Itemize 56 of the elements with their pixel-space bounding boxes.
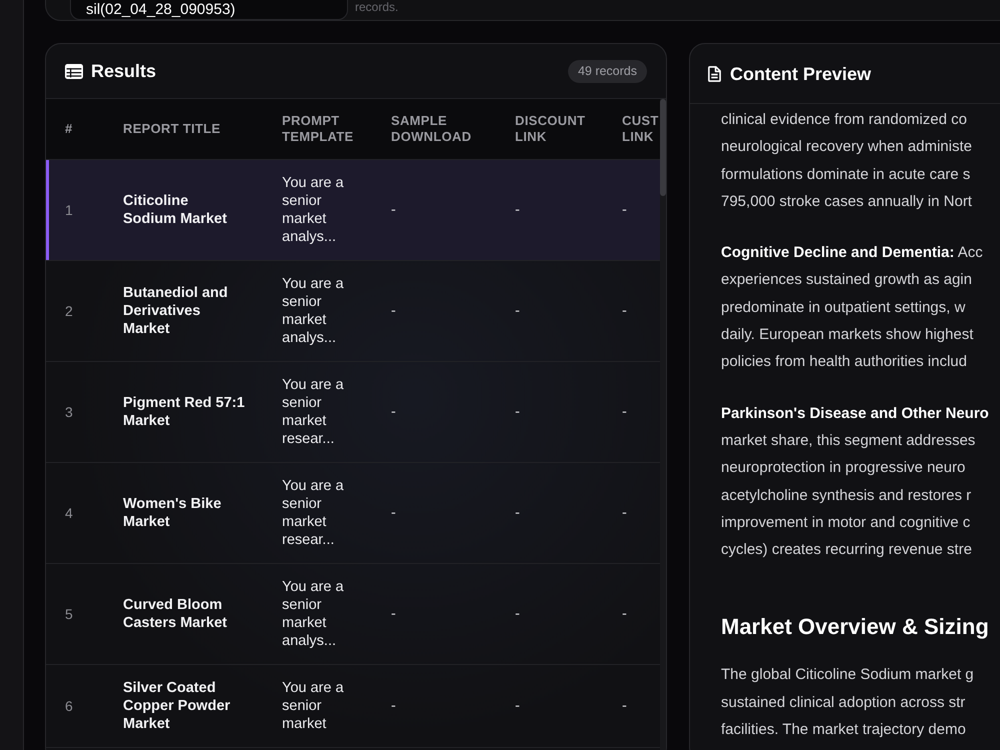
table-cell: - <box>391 403 396 421</box>
table-cell: - <box>622 504 627 522</box>
table-cell: - <box>391 697 396 715</box>
row-number: 2 <box>65 302 73 320</box>
column-header[interactable]: SAMPLE DOWNLOAD <box>391 113 505 145</box>
row-number: 5 <box>65 605 73 623</box>
table-cell: - <box>391 302 396 320</box>
report-title: Silver Coated Copper Powder Market <box>123 679 232 733</box>
report-title: Pigment Red 57:1 Market <box>123 394 245 430</box>
prompt-text: You are a senior market resear... <box>282 376 345 448</box>
preview-paragraph: clinical evidence from randomized co neurological recovery when administe formulations dominate in acute care s 795,000 stroke cases annually in Nort <box>721 110 972 212</box>
prompt-text: You are a senior market analys... <box>282 275 345 347</box>
input-field[interactable]: sil(02_04_28_090953) <box>70 0 348 20</box>
report-title: Women's Bike Market <box>123 495 222 531</box>
column-header[interactable]: DISCOUNT LINK <box>515 113 614 145</box>
scrollbar-thumb[interactable] <box>660 99 666 196</box>
table-cell: - <box>515 403 520 421</box>
table-cell: - <box>391 201 396 219</box>
prompt-text: You are a senior market analys... <box>282 578 345 650</box>
row-number: 3 <box>65 403 73 421</box>
table-cell: - <box>515 504 520 522</box>
column-header[interactable]: PROMPT TEMPLATE <box>282 113 381 145</box>
report-title: Curved Bloom Casters Market <box>123 596 228 632</box>
table-cell: - <box>515 605 520 623</box>
document-icon <box>708 66 721 82</box>
table-cell: - <box>391 605 396 623</box>
section-heading: Market Overview & Sizing <box>721 613 989 642</box>
column-header[interactable]: CUST LINK <box>622 113 660 145</box>
row-number: 1 <box>65 201 73 219</box>
row-number: 4 <box>65 504 73 522</box>
record-count-badge: 49 records <box>568 60 647 82</box>
column-header[interactable]: # <box>65 121 73 137</box>
preview-paragraph: The global Citicoline Sodium market g sustained clinical adoption across str facilities. The market trajectory demo <box>721 665 974 740</box>
table-cell: - <box>622 697 627 715</box>
preview-paragraph: Parkinson's Disease and Other Neuro market share, this segment addresses neuroprotection in progressive neuro acetylcholine synthesis and restores r improvement in motor and cognitive c cycles) creates recurring revenue stre <box>721 404 989 560</box>
report-title: Butanediol and Derivatives Market <box>123 284 229 338</box>
table-cell: - <box>515 697 520 715</box>
table-row[interactable]: 1 Citicoline Sodium Market You are a senior market analys... - - - <box>46 160 660 261</box>
panel-title: Content Preview <box>730 62 872 84</box>
table-cell: - <box>391 504 396 522</box>
table-cell: - <box>515 302 520 320</box>
prompt-text: You are a senior market <box>282 679 345 733</box>
prompt-text: You are a senior market analys... <box>282 174 345 246</box>
table-cell: - <box>622 403 627 421</box>
panel-title: Results <box>91 60 156 82</box>
table-cell: - <box>622 302 627 320</box>
table-icon <box>65 64 83 78</box>
report-title: Citicoline Sodium Market <box>123 192 228 228</box>
row-number: 6 <box>65 697 73 715</box>
prompt-text: You are a senior market resear... <box>282 477 345 549</box>
preview-paragraph: Cognitive Decline and Dementia: Acc experiences sustained growth as agin predominate in outpatient settings, w daily. European markets show highest policies from health authorities includ <box>721 243 983 372</box>
table-cell: - <box>622 605 627 623</box>
table-cell: - <box>515 201 520 219</box>
column-header[interactable]: REPORT TITLE <box>123 121 220 137</box>
table-cell: - <box>622 201 627 219</box>
records-hint: records. <box>355 0 398 14</box>
